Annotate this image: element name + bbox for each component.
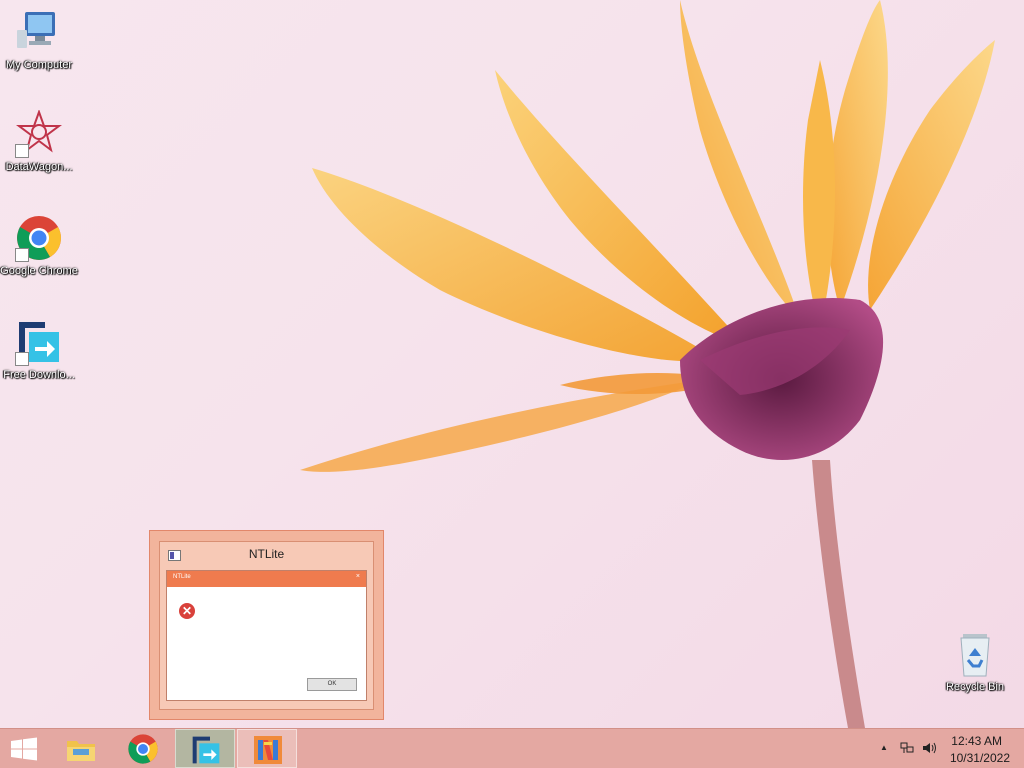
chrome-icon [15, 214, 63, 262]
close-icon: × [355, 573, 360, 580]
volume-icon[interactable] [922, 741, 938, 755]
datawagon-icon [15, 109, 63, 158]
taskbar: ▲ 12:43 AM 10/31/2022 [0, 728, 1024, 768]
desktop-icon-google-chrome[interactable]: Google Chrome [0, 214, 78, 279]
desktop-icon-datawagon[interactable]: DataWagon... [0, 109, 78, 175]
start-button[interactable] [0, 729, 48, 768]
desktop-icon-label: DataWagon... [5, 161, 73, 173]
ok-button: OK [307, 678, 357, 691]
ntlite-icon [252, 734, 284, 766]
taskbar-free-download-manager[interactable] [175, 729, 235, 768]
download-manager-icon [190, 734, 222, 766]
desktop-icon-recycle-bin[interactable]: Recycle Bin [936, 630, 1014, 695]
clock-time[interactable]: 12:43 AM [951, 734, 1002, 748]
desktop-icon-label: Recycle Bin [945, 681, 1005, 693]
desktop-icon-label: My Computer [5, 59, 73, 71]
recycle-bin-icon [951, 630, 999, 678]
desktop-icon-free-download-manager[interactable]: Free Downlo... [0, 318, 78, 383]
download-manager-icon [15, 318, 63, 366]
desktop: My Computer DataWagon... Google Chrome F… [0, 0, 1024, 768]
preview-window-frame: NTLite NTLite × ✕ OK [159, 541, 374, 710]
error-dialog-titlebar: NTLite × [167, 571, 366, 587]
desktop-icon-label: Google Chrome [0, 265, 78, 277]
folder-icon [65, 733, 97, 765]
shortcut-arrow-icon [15, 248, 29, 262]
error-dialog-title: NTLite [173, 574, 191, 580]
network-icon[interactable] [900, 742, 914, 754]
clock-date[interactable]: 10/31/2022 [950, 751, 1010, 765]
error-dialog: NTLite × ✕ OK [166, 570, 367, 701]
system-tray: ▲ 12:43 AM 10/31/2022 [864, 729, 1024, 768]
shortcut-arrow-icon [15, 144, 29, 158]
taskbar-ntlite[interactable] [237, 729, 297, 768]
windows-logo-icon [11, 737, 37, 761]
preview-window-title: NTLite [248, 547, 285, 561]
error-icon: ✕ [179, 603, 195, 619]
ntlite-window-preview[interactable]: NTLite NTLite × ✕ OK [149, 530, 384, 720]
taskbar-chrome[interactable] [113, 729, 173, 768]
desktop-icon-my-computer[interactable]: My Computer [0, 8, 78, 73]
chrome-icon [127, 733, 159, 765]
shortcut-arrow-icon [15, 352, 29, 366]
computer-icon [15, 8, 63, 56]
taskbar-file-explorer[interactable] [51, 729, 111, 768]
show-hidden-icons-button[interactable]: ▲ [880, 743, 888, 752]
desktop-icon-label: Free Downlo... [3, 369, 75, 381]
